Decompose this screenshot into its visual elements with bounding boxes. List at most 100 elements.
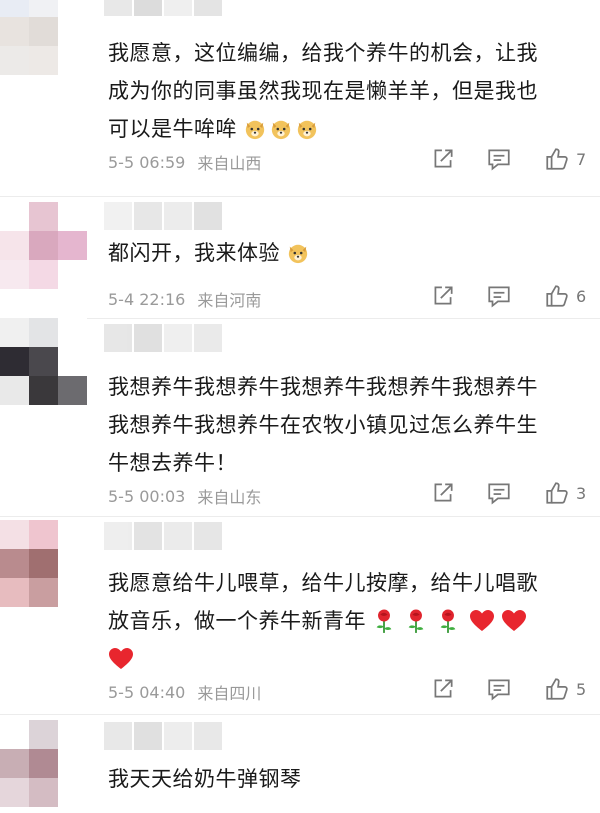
- username-blurred[interactable]: [104, 522, 222, 550]
- avatar-pixel: [58, 749, 87, 778]
- avatar-pixel: [0, 347, 29, 376]
- comment-line: 可以是牛哞哞: [108, 117, 237, 141]
- comment-text: 我天天给奶牛弹钢琴: [108, 760, 594, 798]
- comment-line-with-emoji: 都闪开，我来体验: [108, 234, 594, 272]
- share-icon: [434, 483, 453, 502]
- avatar-pixel: [29, 17, 58, 46]
- comment-meta: 5-5 04:40 来自四川: [108, 680, 261, 704]
- comment-line: 我想养牛我想养牛在农牧小镇见过怎么养牛生: [108, 413, 538, 437]
- comment-date: 5-5 06:59: [108, 152, 186, 172]
- comment-line: 我想养牛我想养牛我想养牛我想养牛我想养牛: [108, 375, 538, 399]
- divider: [0, 714, 600, 715]
- comment-actions: 6: [430, 283, 586, 309]
- rose-emoji-icon: [440, 609, 456, 633]
- comment-text: 我愿意给牛儿喂草，给牛儿按摩，给牛儿唱歌 放音乐，做一个养牛新青年: [108, 564, 594, 678]
- comment-location: 来自山西: [197, 154, 262, 173]
- avatar-pixel: [29, 778, 58, 807]
- like-button[interactable]: 3: [544, 480, 586, 506]
- username-blurred[interactable]: [104, 202, 222, 230]
- avatar-pixel: [0, 318, 29, 347]
- avatar-pixel: [58, 720, 87, 749]
- comment-date: 5-5 00:03: [108, 486, 186, 506]
- avatar-pixel: [0, 202, 29, 231]
- comment-text: 我愿意，这位编编，给我个养牛的机会，让我 成为你的同事虽然我现在是懒羊羊，但是我…: [108, 34, 594, 148]
- share-icon: [434, 149, 453, 168]
- thumbs-up-icon: [546, 482, 568, 504]
- like-count: 5: [576, 679, 587, 699]
- reply-button[interactable]: [486, 283, 512, 309]
- comment-line: 成为你的同事虽然我现在是懒羊羊，但是我也: [108, 79, 538, 103]
- doge-emoji-icon: [272, 120, 291, 140]
- comment-date: 5-5 04:40: [108, 682, 186, 702]
- username-blurred[interactable]: [104, 0, 222, 16]
- reply-button[interactable]: [486, 676, 512, 702]
- share-button[interactable]: [430, 676, 456, 702]
- divider: [0, 318, 600, 319]
- comment-icon: [488, 483, 510, 505]
- reply-button[interactable]: [486, 146, 512, 172]
- comment-line-with-emoji: 放音乐，做一个养牛新青年: [108, 602, 594, 640]
- comment-icon: [488, 149, 510, 171]
- heart-emoji-icon: [109, 648, 133, 669]
- share-button[interactable]: [430, 480, 456, 506]
- avatar[interactable]: [0, 0, 88, 75]
- avatar-pixel: [58, 549, 87, 578]
- avatar-pixel: [58, 46, 87, 75]
- avatar-pixel: [29, 749, 58, 778]
- heart-emoji-icon: [502, 610, 527, 631]
- rose-emoji-icon: [408, 609, 424, 633]
- avatar-pixel: [0, 0, 29, 17]
- like-button[interactable]: 6: [544, 283, 586, 309]
- like-button[interactable]: 7: [544, 146, 586, 172]
- share-icon: [434, 286, 453, 305]
- avatar-pixel: [58, 17, 87, 46]
- like-count: 3: [576, 483, 587, 503]
- avatar-pixel: [58, 318, 87, 347]
- avatar-pixel: [0, 520, 29, 549]
- avatar-pixel: [0, 778, 29, 807]
- avatar[interactable]: [0, 720, 88, 807]
- avatar-pixel: [0, 260, 29, 289]
- comment-line: 牛想去养牛！: [108, 451, 237, 475]
- avatar[interactable]: [0, 318, 88, 405]
- comment-location: 来自河南: [197, 291, 262, 310]
- avatar-pixel: [58, 260, 87, 289]
- username-blurred[interactable]: [104, 324, 222, 352]
- avatar-pixel: [58, 778, 87, 807]
- comment-meta: 5-4 22:16 来自河南: [108, 287, 261, 311]
- thumbs-up-icon: [546, 148, 568, 170]
- comment-meta: 5-5 00:03 来自山东: [108, 484, 261, 508]
- avatar-pixel: [58, 578, 87, 607]
- divider: [0, 516, 600, 517]
- like-button[interactable]: 5: [544, 676, 586, 702]
- comment-line: 放音乐，做一个养牛新青年: [108, 609, 366, 633]
- comment-line-with-emoji: [108, 640, 594, 678]
- comment-actions: 7: [430, 146, 586, 172]
- reply-button[interactable]: [486, 480, 512, 506]
- avatar-pixel: [0, 17, 29, 46]
- avatar-pixel: [0, 231, 29, 260]
- share-button[interactable]: [430, 283, 456, 309]
- comment-location: 来自山东: [197, 488, 262, 507]
- doge-emoji-icon: [289, 244, 308, 264]
- avatar-pixel: [58, 231, 87, 260]
- rose-emoji-icon: [376, 609, 392, 633]
- comment-meta: 5-5 06:59 来自山西: [108, 150, 261, 174]
- comment-line: 我愿意，这位编编，给我个养牛的机会，让我: [108, 41, 538, 65]
- avatar-pixel: [29, 260, 58, 289]
- avatar-pixel: [0, 376, 29, 405]
- avatar[interactable]: [0, 520, 88, 607]
- comment-line: 我愿意给牛儿喂草，给牛儿按摩，给牛儿唱歌: [108, 571, 538, 595]
- comment-icon: [488, 286, 510, 308]
- thumbs-up-icon: [546, 678, 568, 700]
- comment-text: 我想养牛我想养牛我想养牛我想养牛我想养牛 我想养牛我想养牛在农牧小镇见过怎么养牛…: [108, 368, 594, 482]
- username-blurred[interactable]: [104, 722, 222, 750]
- share-button[interactable]: [430, 146, 456, 172]
- comment-actions: 3: [430, 480, 586, 506]
- avatar-pixel: [29, 520, 58, 549]
- avatar-pixel: [29, 549, 58, 578]
- avatar[interactable]: [0, 202, 88, 289]
- divider: [0, 196, 600, 197]
- avatar-pixel: [29, 347, 58, 376]
- share-icon: [434, 679, 453, 698]
